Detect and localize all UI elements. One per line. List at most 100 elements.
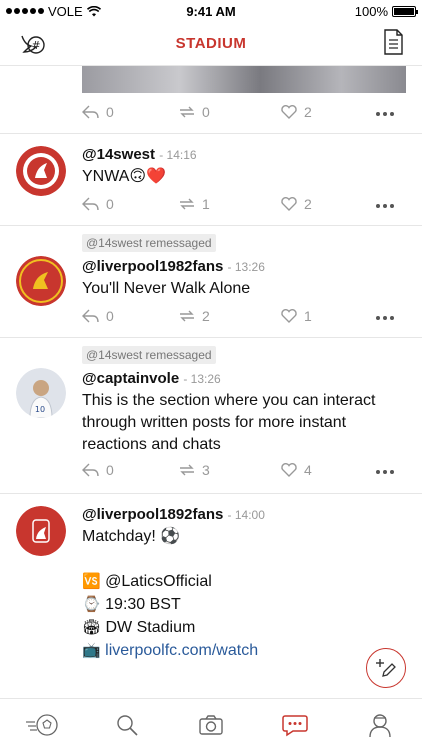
- post-line: 🏟 DW Stadium: [82, 616, 402, 639]
- post-handle[interactable]: @liverpool1982fans: [82, 258, 223, 275]
- reply-count: 0: [106, 196, 114, 212]
- remessage-count: 1: [202, 196, 210, 212]
- feed-post[interactable]: @14swest - 14:16 YNWA🙃❤️ 0 1 2: [0, 134, 422, 226]
- post-time: - 14:16: [159, 148, 197, 162]
- post-time: - 14:00: [227, 508, 265, 522]
- post-text: This is the section where you can intera…: [82, 392, 376, 453]
- tab-bar: [0, 698, 422, 750]
- post-meta: @liverpool1982fans - 13:26: [82, 258, 265, 275]
- post-handle[interactable]: @captainvole: [82, 370, 179, 387]
- profile-icon: [369, 713, 391, 737]
- avatar[interactable]: [16, 506, 66, 556]
- remessage-icon: [180, 464, 194, 476]
- post-time: - 13:26: [183, 372, 221, 386]
- battery-percent: 100%: [354, 3, 388, 19]
- heart-icon: [281, 309, 297, 323]
- feed-post[interactable]: @14swest remessaged @liverpool1982fans -…: [0, 226, 422, 338]
- avatar[interactable]: 10: [16, 368, 66, 418]
- feed-post[interactable]: @liverpool1892fans - 14:00 Matchday! ⚽ 🆚…: [0, 494, 422, 698]
- like-count: 2: [304, 196, 312, 212]
- status-bar: VOLE 9:41 AM 100%: [0, 0, 422, 22]
- reply-count: 0: [106, 462, 114, 478]
- tab-football[interactable]: [22, 705, 62, 745]
- post-line: 📺 liverpoolfc.com/watch: [82, 639, 402, 662]
- tab-chat[interactable]: [275, 705, 315, 745]
- reply-icon: [82, 463, 99, 477]
- signal-icon: [6, 8, 44, 14]
- feed[interactable]: 0 0 2 @14swest - 14:16 YNWA🙃❤️ 0 1 2 @14…: [0, 66, 422, 698]
- like-button[interactable]: 4: [280, 462, 312, 478]
- page-title: STADIUM: [175, 35, 247, 52]
- post-actions: 0 0 2: [82, 104, 412, 124]
- remessage-button[interactable]: 1: [178, 196, 210, 212]
- camera-icon: [199, 714, 223, 735]
- like-button[interactable]: 2: [280, 104, 312, 120]
- stadium-icon: 🏟: [82, 618, 102, 636]
- remessage-count: 0: [202, 104, 210, 120]
- wifi-icon: [86, 5, 101, 16]
- more-options-icon[interactable]: [376, 316, 394, 320]
- compose-icon: [376, 659, 396, 677]
- svg-text:#: #: [31, 39, 40, 52]
- post-handle[interactable]: @14swest: [82, 146, 155, 163]
- heart-icon: [281, 105, 297, 119]
- post-meta: @14swest - 14:16: [82, 146, 197, 163]
- reply-icon: [82, 309, 99, 323]
- reply-icon: [82, 105, 99, 119]
- post-time: - 13:26: [227, 260, 265, 274]
- post-handle[interactable]: @liverpool1892fans: [82, 506, 223, 523]
- post-text: Matchday! ⚽ 🆚 @LaticsOfficial ⌚ 19:30 BS…: [82, 526, 402, 662]
- more-options-icon[interactable]: [376, 112, 394, 116]
- remessage-icon: [180, 198, 194, 210]
- reply-button[interactable]: 0: [82, 462, 114, 478]
- document-icon[interactable]: [382, 28, 404, 56]
- football-icon: [26, 713, 58, 736]
- feed-post: 0 0 2: [0, 66, 422, 134]
- remessage-button[interactable]: 3: [178, 462, 210, 478]
- heart-icon: [281, 197, 297, 211]
- repost-badge: @14swest remessaged: [82, 234, 216, 252]
- mention[interactable]: @LaticsOfficial: [105, 573, 212, 590]
- like-button[interactable]: 1: [280, 308, 312, 324]
- more-options-icon[interactable]: [376, 204, 394, 208]
- watch-icon: ⌚: [82, 595, 101, 613]
- post-actions: 0 2 1: [82, 308, 412, 328]
- post-line: ⌚ 19:30 BST: [82, 593, 402, 616]
- heart-icon: [281, 463, 297, 477]
- post-text: YNWA🙃❤️: [82, 168, 167, 185]
- post-line: Matchday! ⚽: [82, 528, 181, 545]
- post-text: You'll Never Walk Alone: [82, 280, 251, 297]
- tab-camera[interactable]: [191, 705, 231, 745]
- search-icon: [116, 714, 138, 736]
- post-actions: 0 3 4: [82, 462, 412, 482]
- remessage-icon: [180, 310, 194, 322]
- status-right: 100%: [354, 3, 418, 19]
- reply-button[interactable]: 0: [82, 196, 114, 212]
- watch-link[interactable]: liverpoolfc.com/watch: [105, 642, 258, 659]
- post-meta: @captainvole - 13:26: [82, 370, 221, 387]
- compose-button[interactable]: [366, 648, 406, 688]
- remessage-button[interactable]: 2: [178, 308, 210, 324]
- avatar[interactable]: [16, 256, 66, 306]
- tab-search[interactable]: [107, 705, 147, 745]
- tv-icon: 📺: [82, 641, 101, 659]
- feed-post[interactable]: @14swest remessaged 10 @captainvole - 13…: [0, 338, 422, 494]
- venue: DW Stadium: [105, 619, 196, 636]
- reply-count: 0: [106, 104, 114, 120]
- reply-button[interactable]: 0: [82, 308, 114, 324]
- hashtag-bird-icon[interactable]: #: [18, 30, 46, 58]
- carrier: VOLE: [48, 3, 83, 19]
- post-actions: 0 1 2: [82, 196, 412, 216]
- svg-text:10: 10: [35, 405, 45, 414]
- avatar[interactable]: [16, 146, 66, 196]
- nav-bar: # STADIUM: [0, 22, 422, 66]
- reply-button[interactable]: 0: [82, 104, 114, 120]
- vs-icon: 🆚: [82, 572, 101, 590]
- tab-profile[interactable]: [360, 705, 400, 745]
- more-options-icon[interactable]: [376, 470, 394, 474]
- remessage-count: 2: [202, 308, 210, 324]
- reply-icon: [82, 197, 99, 211]
- remessage-button[interactable]: 0: [178, 104, 210, 120]
- like-button[interactable]: 2: [280, 196, 312, 212]
- like-count: 1: [304, 308, 312, 324]
